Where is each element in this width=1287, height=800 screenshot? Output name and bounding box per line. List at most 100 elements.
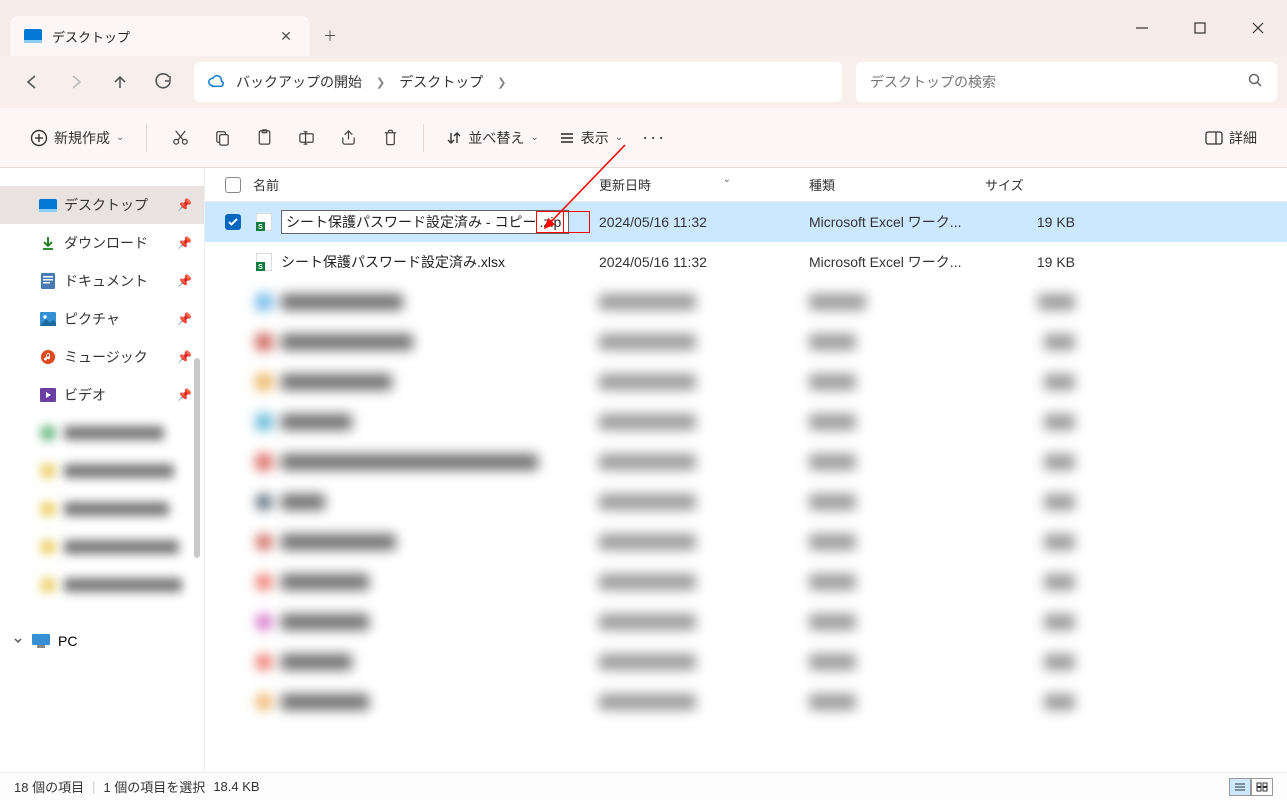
file-row-blurred[interactable]: xxxxxx [205,402,1287,442]
extension-highlight: .zip [536,211,564,233]
video-icon [38,385,58,405]
svg-text:S: S [258,264,263,271]
file-row-blurred[interactable]: xxxxxxxxx [205,322,1287,362]
share-button[interactable] [327,119,369,157]
document-icon [38,271,58,291]
download-icon [38,233,58,253]
file-row-blurred[interactable]: xxxxxxx [205,602,1287,642]
sidebar-item-downloads[interactable]: ダウンロード 📌 [0,224,204,262]
maximize-button[interactable] [1171,4,1229,52]
pc-icon [32,634,50,648]
chevron-down-icon: ⌄ [615,132,623,143]
sidebar-item-blurred[interactable]: x [0,414,204,452]
sidebar-item-blurred[interactable]: x [0,452,204,490]
sidebar-item-blurred[interactable]: x [0,566,204,604]
title-bar: デスクトップ ✕ ＋ [0,0,1287,56]
cloud-icon [206,72,226,92]
sort-label: 並べ替え [468,128,524,148]
copy-button[interactable] [201,119,243,157]
selection-size: 18.4 KB [213,779,259,794]
chevron-down-icon: ⌄ [723,174,731,185]
pin-icon: 📌 [177,198,192,212]
file-row-blurred[interactable]: xxxxxxx [205,682,1287,722]
view-label: 表示 [581,128,609,148]
column-date[interactable]: 更新日時⌄ [599,175,809,194]
sidebar-item-videos[interactable]: ビデオ 📌 [0,376,204,414]
breadcrumb-2[interactable]: デスクトップ [399,72,483,92]
sidebar-item-blurred[interactable]: x [0,490,204,528]
item-count: 18 個の項目 [14,777,84,796]
delete-button[interactable] [369,119,411,157]
sidebar-item-documents[interactable]: ドキュメント 📌 [0,262,204,300]
svg-text:S: S [258,224,263,231]
up-button[interactable] [98,60,142,104]
pin-icon: 📌 [177,274,192,288]
select-all-checkbox[interactable] [225,177,241,193]
sidebar-item-desktop[interactable]: デスクトップ 📌 [0,186,204,224]
forward-button[interactable] [54,60,98,104]
back-button[interactable] [10,60,54,104]
chevron-down-icon [12,635,24,647]
paste-button[interactable] [243,119,285,157]
tab-desktop[interactable]: デスクトップ ✕ [10,16,310,56]
details-pane-button[interactable]: 詳細 [1195,119,1267,157]
desktop-icon [24,29,42,43]
file-row-blurred[interactable]: xxxxxx [205,642,1287,682]
sidebar: デスクトップ 📌 ダウンロード 📌 ドキュメント 📌 ピクチャ 📌 ミュージック [0,168,205,772]
sidebar-item-music[interactable]: ミュージック 📌 [0,338,204,376]
rename-button[interactable] [285,119,327,157]
file-row-blurred[interactable]: xxxxxxx [205,562,1287,602]
desktop-icon [38,195,58,215]
status-bar: 18 個の項目 | 1 個の項目を選択 18.4 KB [0,772,1287,800]
pin-icon: 📌 [177,236,192,250]
tab-close-button[interactable]: ✕ [276,26,296,46]
nav-row: バックアップの開始 ❯ デスクトップ ❯ [0,56,1287,108]
file-row-blurred[interactable]: xxxxxxxxxxxxxx [205,442,1287,482]
sort-button[interactable]: 並べ替え ⌄ [436,119,548,157]
refresh-button[interactable] [142,60,186,104]
minimize-button[interactable] [1113,4,1171,52]
new-label: 新規作成 [54,128,110,148]
more-button[interactable]: ··· [633,119,675,157]
new-button[interactable]: 新規作成 ⌄ [20,119,134,157]
search-input[interactable] [870,74,1248,90]
file-row-blurred[interactable]: xxxxxxxxx [205,282,1287,322]
selection-count: 1 個の項目を選択 [103,777,205,796]
file-list: 名前 更新日時⌄ 種類 サイズ S シート保護パスワード設定済み - コピー.z… [205,168,1287,772]
search-icon [1248,73,1263,92]
file-row[interactable]: S シート保護パスワード設定済み - コピー.zip 2024/05/16 11… [205,202,1287,242]
sidebar-item-blurred[interactable]: x [0,528,204,566]
new-tab-button[interactable]: ＋ [310,16,350,56]
cut-button[interactable] [159,119,201,157]
file-row-blurred[interactable]: xxxxxxxx [205,362,1287,402]
toolbar: 新規作成 ⌄ 並べ替え ⌄ 表示 ⌄ ··· 詳細 [0,108,1287,168]
rename-input[interactable]: シート保護パスワード設定済み - コピー.zip [281,210,569,234]
chevron-down-icon: ⌄ [530,132,538,143]
column-name[interactable]: 名前 [253,175,599,194]
search-box[interactable] [856,62,1277,102]
picture-icon [38,309,58,329]
view-icons-button[interactable] [1251,778,1273,796]
address-bar[interactable]: バックアップの開始 ❯ デスクトップ ❯ [194,62,842,102]
column-type[interactable]: 種類 [809,175,985,194]
extension-empty-highlight [564,211,590,233]
sidebar-item-pictures[interactable]: ピクチャ 📌 [0,300,204,338]
chevron-right-icon: ❯ [362,76,399,89]
sidebar-scrollbar[interactable] [190,358,204,678]
chevron-down-icon: ⌄ [116,132,124,143]
details-label: 詳細 [1229,128,1257,148]
sidebar-group-pc[interactable]: PC [0,622,204,660]
excel-icon: S [253,213,275,231]
pin-icon: 📌 [177,312,192,326]
row-checkbox[interactable] [225,214,241,230]
close-button[interactable] [1229,4,1287,52]
column-size[interactable]: サイズ [985,175,1105,194]
view-button[interactable]: 表示 ⌄ [549,119,633,157]
file-row[interactable]: S シート保護パスワード設定済み.xlsx 2024/05/16 11:32 M… [205,242,1287,282]
chevron-right-icon: ❯ [483,76,520,89]
view-details-button[interactable] [1229,778,1251,796]
breadcrumb-1[interactable]: バックアップの開始 [236,72,362,92]
music-icon [38,347,58,367]
file-row-blurred[interactable]: xxxxxxxx [205,522,1287,562]
file-row-blurred[interactable]: xxxxx [205,482,1287,522]
